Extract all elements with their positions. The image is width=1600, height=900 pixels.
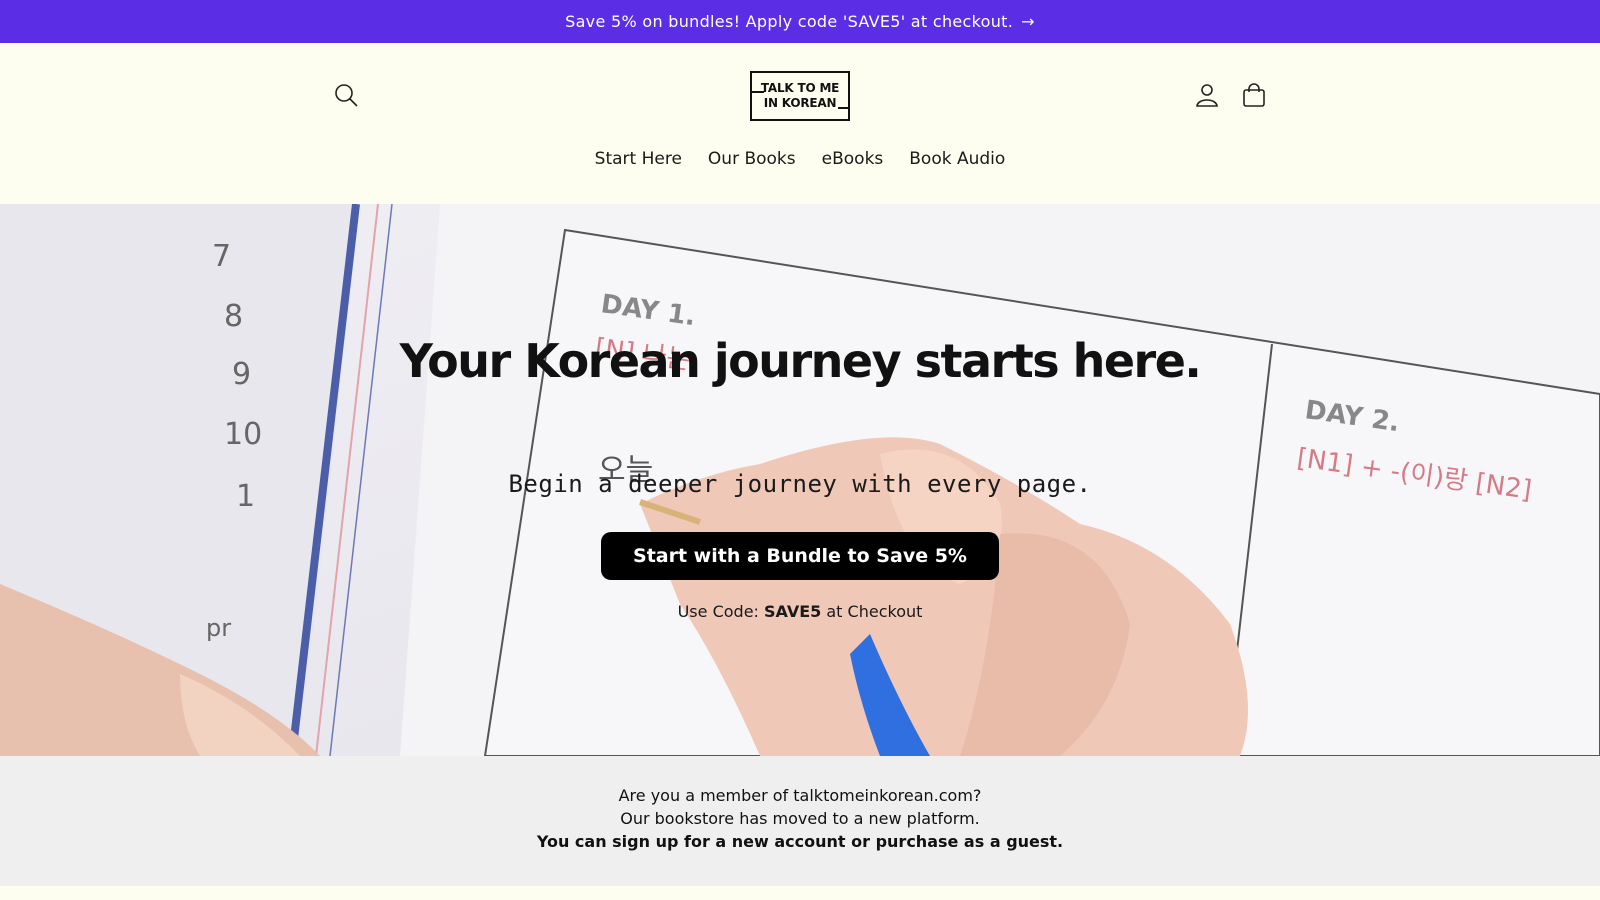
hero-title: Your Korean journey starts here. bbox=[399, 334, 1202, 388]
hero-banner: 7 8 9 10 1 pr DAY 1. [N] 나는 DAY 2. [N1] … bbox=[0, 204, 1600, 756]
migration-notice: Are you a member of talktomeinkorean.com… bbox=[0, 756, 1600, 886]
promo-code-prefix: Use Code: bbox=[677, 602, 759, 621]
bundle-cta-button[interactable]: Start with a Bundle to Save 5% bbox=[601, 532, 999, 580]
announcement-bar[interactable]: Save 5% on bundles! Apply code 'SAVE5' a… bbox=[0, 0, 1600, 43]
promo-code-suffix: at Checkout bbox=[826, 602, 923, 621]
arrow-right-icon: → bbox=[1021, 12, 1035, 31]
notice-line-2: Our bookstore has moved to a new platfor… bbox=[620, 809, 980, 828]
logo-decor bbox=[750, 91, 764, 93]
main-nav: Start Here Our Books eBooks Book Audio bbox=[0, 149, 1600, 169]
nav-item-book-audio[interactable]: Book Audio bbox=[909, 149, 1005, 169]
promo-code-text: Use Code: SAVE5 at Checkout bbox=[678, 602, 923, 621]
hero-subtitle: Begin a deeper journey with every page. bbox=[508, 470, 1092, 498]
notice-line-3: You can sign up for a new account or pur… bbox=[536, 832, 1064, 851]
logo[interactable]: TALK TO ME IN KOREAN bbox=[750, 71, 850, 121]
promo-code: SAVE5 bbox=[764, 602, 822, 621]
notice-line-1: Are you a member of talktomeinkorean.com… bbox=[618, 786, 982, 805]
nav-item-start-here[interactable]: Start Here bbox=[595, 149, 682, 169]
site-header: TALK TO ME IN KOREAN Start Here Our Book… bbox=[0, 43, 1600, 204]
nav-item-ebooks[interactable]: eBooks bbox=[822, 149, 884, 169]
logo-decor bbox=[838, 107, 850, 109]
account-icon[interactable] bbox=[1193, 81, 1221, 109]
logo-line-1: TALK TO ME bbox=[760, 81, 840, 95]
cart-icon[interactable] bbox=[1240, 81, 1268, 109]
announcement-text: Save 5% on bundles! Apply code 'SAVE5' a… bbox=[565, 12, 1014, 31]
logo-line-2: IN KOREAN bbox=[763, 96, 837, 110]
search-icon[interactable] bbox=[332, 81, 360, 109]
nav-item-our-books[interactable]: Our Books bbox=[708, 149, 796, 169]
